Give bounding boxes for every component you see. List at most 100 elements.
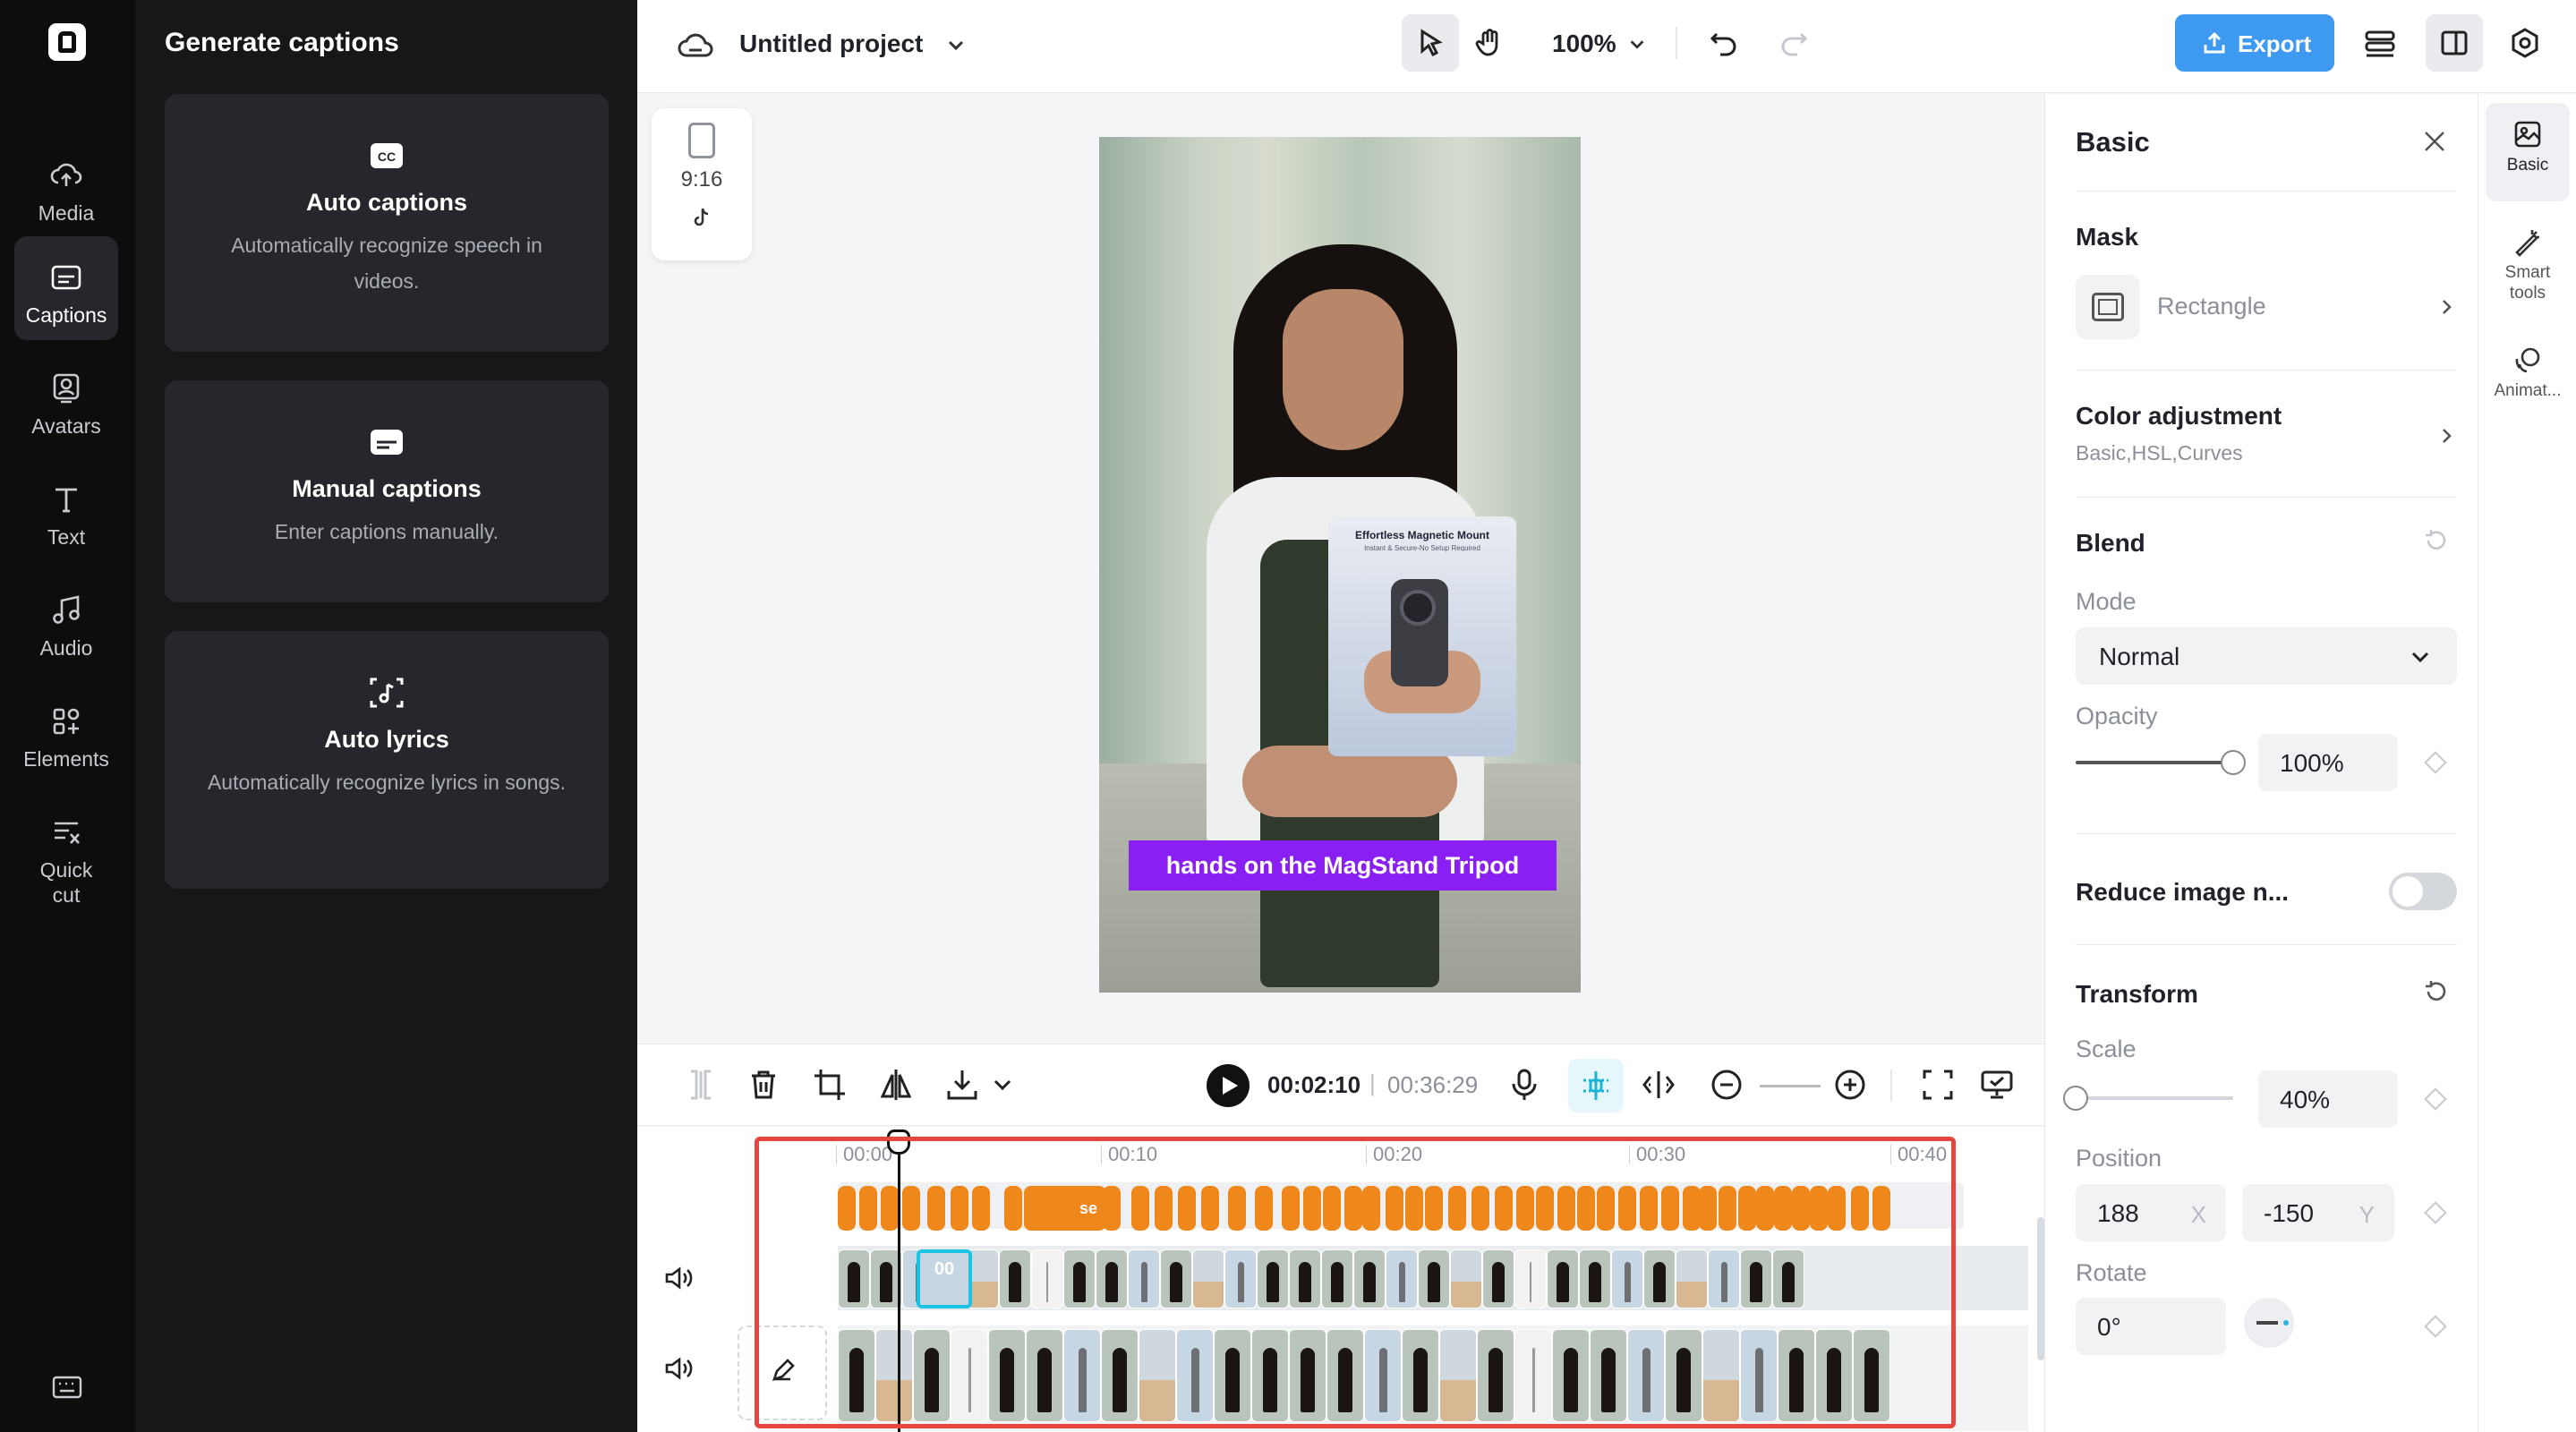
divider xyxy=(2076,944,2457,945)
captions-icon xyxy=(51,265,81,290)
blend-mode-select[interactable]: Normal xyxy=(2076,627,2457,685)
svg-text:CC: CC xyxy=(378,149,396,164)
tiktok-icon[interactable] xyxy=(692,207,712,228)
cloud-save-icon[interactable] xyxy=(677,29,714,61)
timeline-zoom-slider[interactable] xyxy=(1760,1085,1821,1087)
layers-icon[interactable] xyxy=(2363,27,2397,61)
flip-icon[interactable] xyxy=(877,1066,915,1104)
rail-item-audio[interactable]: Audio xyxy=(14,569,118,673)
app-logo[interactable] xyxy=(48,23,86,61)
chevron-right-icon[interactable] xyxy=(2437,298,2455,316)
microphone-icon[interactable] xyxy=(1506,1066,1543,1104)
divider xyxy=(2076,497,2457,498)
opacity-slider-knob[interactable] xyxy=(2221,750,2246,775)
tab-animation[interactable]: Animat... xyxy=(2486,328,2570,427)
color-adjustment-heading[interactable]: Color adjustment xyxy=(2076,402,2282,430)
zoom-out-icon[interactable] xyxy=(1708,1066,1745,1104)
split-marker-icon[interactable] xyxy=(1640,1066,1677,1104)
mask-value[interactable]: Rectangle xyxy=(2157,293,2266,320)
rail-item-label: Audio xyxy=(39,636,93,660)
chevron-down-icon[interactable] xyxy=(945,34,967,55)
settings-icon[interactable] xyxy=(2508,27,2542,61)
chevron-right-icon[interactable] xyxy=(2437,427,2455,445)
hand-tool-button[interactable] xyxy=(1461,14,1518,72)
redo-icon[interactable] xyxy=(1778,27,1810,59)
opacity-field[interactable]: 100% xyxy=(2258,734,2398,791)
rail-item-text[interactable]: Text xyxy=(14,458,118,562)
position-x-field[interactable]: 188 X xyxy=(2076,1184,2226,1241)
project-title[interactable]: Untitled project xyxy=(739,30,923,58)
rail-item-avatars[interactable]: Avatars xyxy=(14,347,118,451)
close-icon[interactable] xyxy=(2421,128,2448,155)
rail-item-quick-cut[interactable]: Quick cut xyxy=(14,791,118,915)
avatar-icon xyxy=(53,373,80,404)
option-description: Automatically recognize lyrics in songs. xyxy=(207,771,567,794)
quick-cut-icon xyxy=(55,822,80,844)
rail-item-label: Avatars xyxy=(31,414,101,438)
export-icon xyxy=(2204,31,2225,54)
rail-item-captions[interactable]: Captions xyxy=(14,236,118,340)
mode-label: Mode xyxy=(2076,588,2137,615)
reset-icon[interactable] xyxy=(2423,527,2450,554)
caption-text[interactable]: hands on the MagStand Tripod xyxy=(1129,840,1557,891)
tab-basic[interactable]: Basic xyxy=(2486,103,2570,201)
download-chevron-icon[interactable] xyxy=(992,1066,1013,1104)
crop-icon[interactable] xyxy=(811,1066,849,1104)
zoom-chevron-down-icon[interactable] xyxy=(1627,34,1647,54)
top-bar: Untitled project 100% Export xyxy=(637,0,2576,93)
scale-field[interactable]: 40% xyxy=(2258,1070,2398,1128)
blend-mode-value: Normal xyxy=(2099,643,2180,670)
edit-toolbar: 00:02:10 | 00:36:29 xyxy=(637,1044,2044,1126)
track-volume-icon[interactable] xyxy=(664,1266,693,1291)
select-tool-button[interactable] xyxy=(1402,14,1459,72)
product-overlay-image[interactable]: Effortless Magnetic Mount Instant & Secu… xyxy=(1328,516,1516,756)
reduce-noise-toggle[interactable] xyxy=(2389,873,2457,910)
divider xyxy=(2076,370,2457,371)
timeline-scrollbar[interactable] xyxy=(2037,1217,2044,1360)
panel-layout-button[interactable] xyxy=(2426,14,2483,72)
export-button[interactable]: Export xyxy=(2175,14,2334,72)
zoom-level[interactable]: 100% xyxy=(1552,30,1616,58)
keyframe-icon[interactable] xyxy=(2424,1201,2447,1224)
rail-item-media[interactable]: Media xyxy=(14,134,118,238)
position-x-axis: X xyxy=(2190,1201,2206,1228)
keyframe-icon[interactable] xyxy=(2424,1087,2447,1111)
fit-timeline-icon[interactable] xyxy=(1919,1066,1957,1104)
scale-label: Scale xyxy=(2076,1036,2137,1062)
rail-item-label: Captions xyxy=(25,303,107,327)
tab-label: Animat... xyxy=(2494,381,2562,400)
video-frame[interactable]: Effortless Magnetic Mount Instant & Secu… xyxy=(1099,137,1581,993)
auto-snap-button[interactable] xyxy=(1568,1059,1624,1112)
delete-icon[interactable] xyxy=(745,1066,782,1104)
scale-slider-knob[interactable] xyxy=(2063,1086,2088,1111)
reset-icon[interactable] xyxy=(2423,978,2450,1005)
tab-smart-tools[interactable]: Smart tools xyxy=(2486,210,2570,327)
play-button[interactable] xyxy=(1207,1064,1250,1107)
opacity-slider[interactable] xyxy=(2076,761,2233,764)
panel-title: Generate captions xyxy=(165,28,399,57)
preview-monitor-icon[interactable] xyxy=(1978,1066,2016,1104)
split-clip-icon[interactable] xyxy=(682,1066,720,1104)
track-volume-icon[interactable] xyxy=(664,1356,693,1381)
panel-title: Basic xyxy=(2076,126,2150,158)
pointer-icon xyxy=(1420,29,1443,57)
auto-captions-card[interactable]: CC Auto captions Automatically recognize… xyxy=(165,94,609,352)
rotate-field[interactable]: 0° xyxy=(2076,1298,2226,1355)
keyframe-icon[interactable] xyxy=(2424,751,2447,774)
subtitle-icon xyxy=(371,430,403,455)
manual-captions-card[interactable]: Manual captions Enter captions manually. xyxy=(165,380,609,602)
keyboard-shortcuts-icon[interactable] xyxy=(52,1375,82,1400)
rotate-dial[interactable] xyxy=(2244,1298,2294,1348)
download-icon[interactable] xyxy=(943,1066,981,1104)
auto-lyrics-card[interactable]: Auto lyrics Automatically recognize lyri… xyxy=(165,631,609,889)
position-y-field[interactable]: -150 Y xyxy=(2242,1184,2394,1241)
scale-slider[interactable] xyxy=(2076,1096,2233,1100)
aspect-ratio-card[interactable]: 9:16 xyxy=(652,108,752,260)
aspect-ratio-label: 9:16 xyxy=(680,167,723,192)
keyframe-icon[interactable] xyxy=(2424,1315,2447,1338)
rail-item-elements[interactable]: Elements xyxy=(14,680,118,784)
rectangle-mask-icon[interactable] xyxy=(2076,275,2140,339)
undo-icon[interactable] xyxy=(1708,27,1740,59)
position-x-value: 188 xyxy=(2097,1199,2139,1227)
zoom-in-icon[interactable] xyxy=(1831,1066,1869,1104)
